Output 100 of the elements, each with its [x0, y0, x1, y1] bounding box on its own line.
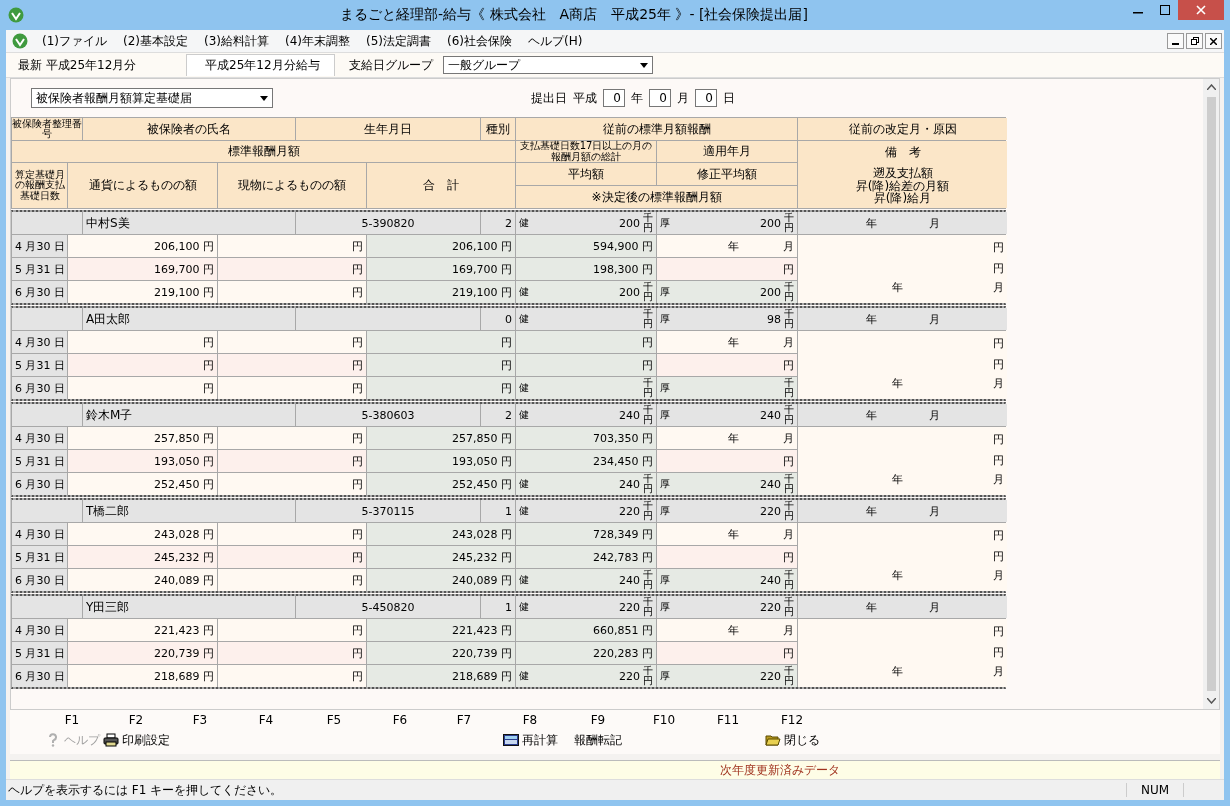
close-button[interactable] [1205, 33, 1222, 49]
unit-label: 千円 [784, 474, 794, 494]
form-dropdown[interactable]: 被保険者報酬月額算定基礎届 [31, 88, 273, 108]
unit-label: 千円 [643, 666, 653, 686]
field-label: 提出日 [531, 89, 567, 107]
unit-label: 月 [783, 622, 794, 638]
insurance-label: 厚 [660, 312, 670, 326]
menu-item[interactable]: (5)法定調書 [358, 32, 439, 50]
insurance-label: 健 [519, 669, 529, 683]
unit-label: 月 [928, 599, 940, 615]
restore-button[interactable] [1186, 33, 1203, 49]
table-cell: 中村S美 [83, 212, 295, 234]
unit-label: 月 [783, 430, 794, 446]
insurance-label: 健 [519, 216, 529, 230]
function-key-label: F12 [779, 713, 805, 727]
calculator-icon [502, 733, 519, 747]
table-cell: 221,423 円 [68, 619, 217, 641]
scroll-up-icon[interactable] [1206, 84, 1216, 90]
unit-label: 年 [728, 526, 739, 542]
unit-label: 千円 [643, 501, 653, 521]
unit-label: 月 [928, 215, 940, 231]
year-field[interactable]: 0 [603, 89, 625, 107]
unit-label: 千円 [784, 213, 794, 233]
function-key-label: F2 [127, 713, 145, 727]
table-cell: 193,050 円 [68, 450, 217, 472]
amount: 220 [760, 669, 781, 683]
column-header: 従前の標準月額報酬 [516, 118, 797, 140]
app-icon[interactable] [12, 33, 28, 49]
table-cell: 円 [218, 642, 366, 664]
table-cell: 円 [218, 235, 366, 257]
menu-item[interactable]: ヘルプ(H) [520, 32, 591, 50]
table-cell: 5-450820 [296, 596, 480, 618]
unit-label: 年 [891, 567, 903, 583]
table-cell: 円 [657, 258, 797, 280]
column-header: 生年月日 [296, 118, 480, 140]
unit-label: 年 [891, 375, 903, 391]
unit-label: 月 [993, 375, 1004, 391]
column-header: 算定基礎月の報酬支払基礎日数 [12, 163, 67, 208]
unit-label: 千円 [643, 405, 653, 425]
folder-icon [764, 733, 781, 747]
unit-label: 千円 [643, 570, 653, 590]
insurance-label: 厚 [660, 669, 670, 683]
table-cell: 円 [218, 450, 366, 472]
scrollbar[interactable] [1203, 79, 1219, 709]
table-cell: 円 [657, 450, 797, 472]
menu-item[interactable]: (2)基本設定 [115, 32, 196, 50]
unit-label: 千円 [643, 213, 653, 233]
insurance-label: 健 [519, 312, 529, 326]
function-key-label: F1 [63, 713, 81, 727]
menu-item[interactable]: (3)給料計算 [196, 32, 277, 50]
menu-item[interactable]: (1)ファイル [34, 32, 115, 50]
unit-label: 千円 [784, 309, 794, 329]
function-key-label: F3 [191, 713, 209, 727]
column-header: 遡及支払額 [872, 167, 933, 180]
maximize-icon[interactable] [1159, 5, 1170, 15]
table-cell: 660,851 円 [516, 619, 656, 641]
insurance-label: 厚 [660, 504, 670, 518]
amount: 240 [619, 477, 640, 491]
insurance-label: 厚 [660, 381, 670, 395]
insurance-label: 健 [519, 573, 529, 587]
day-field[interactable]: 0 [695, 89, 717, 107]
amount: 200 [619, 216, 640, 230]
close-icon [1210, 37, 1217, 45]
table-cell: A田太郎 [83, 308, 295, 330]
unit-label: 月 [783, 526, 794, 542]
table-cell: Y田三郎 [83, 596, 295, 618]
unit-label: 円 [993, 240, 1004, 256]
minimize-button[interactable] [1167, 33, 1184, 49]
function-button[interactable]: 閉じる [762, 731, 822, 749]
unit-label: 月 [783, 238, 794, 254]
unit-label: 円 [993, 549, 1004, 565]
column-header: 種別 [481, 118, 515, 140]
unit-label: 千円 [784, 501, 794, 521]
table-cell: 円 [516, 331, 656, 353]
table-cell [12, 308, 82, 330]
table-cell: 5 月31 日 [12, 642, 67, 664]
unit-label: 円 [993, 336, 1004, 352]
table-cell: 193,050 円 [367, 450, 515, 472]
function-button[interactable]: 印刷設定 [100, 731, 172, 749]
amount: 200 [760, 216, 781, 230]
month-field[interactable]: 0 [649, 89, 671, 107]
unit-label: 円 [993, 261, 1004, 277]
period-tab[interactable]: 平成25年12月分給与 [186, 54, 335, 76]
unit-label: 千円 [643, 309, 653, 329]
table-cell: 218,689 円 [367, 665, 515, 687]
unit-label: 円 [993, 432, 1004, 448]
table-cell: 728,349 円 [516, 523, 656, 545]
notice-text: 次年度更新済みデータ [720, 761, 840, 779]
function-button[interactable]: 再計算 [500, 731, 560, 749]
table-cell: 6 月30 日 [12, 569, 67, 591]
menu-item[interactable]: (4)年末調整 [277, 32, 358, 50]
amount: 220 [619, 669, 640, 683]
function-button[interactable]: 報酬転記 [572, 731, 624, 749]
menu-item[interactable]: (6)社会保険 [439, 32, 520, 50]
table-cell: 円 [367, 331, 515, 353]
unit-label: 千円 [643, 282, 653, 302]
group-dropdown[interactable]: 一般グループ [442, 56, 653, 74]
unit-label: 年 [891, 663, 903, 679]
insurance-label: 厚 [660, 216, 670, 230]
scroll-down-icon[interactable] [1206, 698, 1216, 704]
